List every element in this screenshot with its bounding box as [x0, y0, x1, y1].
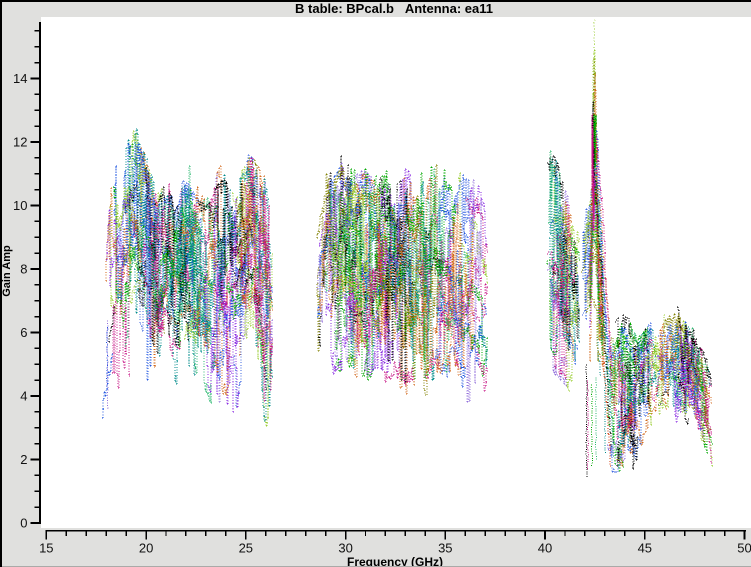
svg-text:8: 8 — [20, 262, 27, 277]
svg-text:20: 20 — [139, 541, 153, 556]
svg-text:12: 12 — [13, 135, 27, 150]
svg-text:25: 25 — [239, 541, 253, 556]
svg-text:35: 35 — [438, 541, 452, 556]
svg-text:2: 2 — [20, 452, 27, 467]
svg-text:45: 45 — [638, 541, 652, 556]
svg-text:0: 0 — [20, 516, 27, 531]
svg-text:14: 14 — [13, 71, 27, 86]
svg-text:30: 30 — [338, 541, 352, 556]
svg-text:40: 40 — [538, 541, 552, 556]
svg-text:6: 6 — [20, 325, 27, 340]
svg-text:50: 50 — [737, 541, 751, 556]
svg-text:4: 4 — [20, 389, 27, 404]
svg-text:10: 10 — [13, 198, 27, 213]
svg-text:15: 15 — [39, 541, 53, 556]
